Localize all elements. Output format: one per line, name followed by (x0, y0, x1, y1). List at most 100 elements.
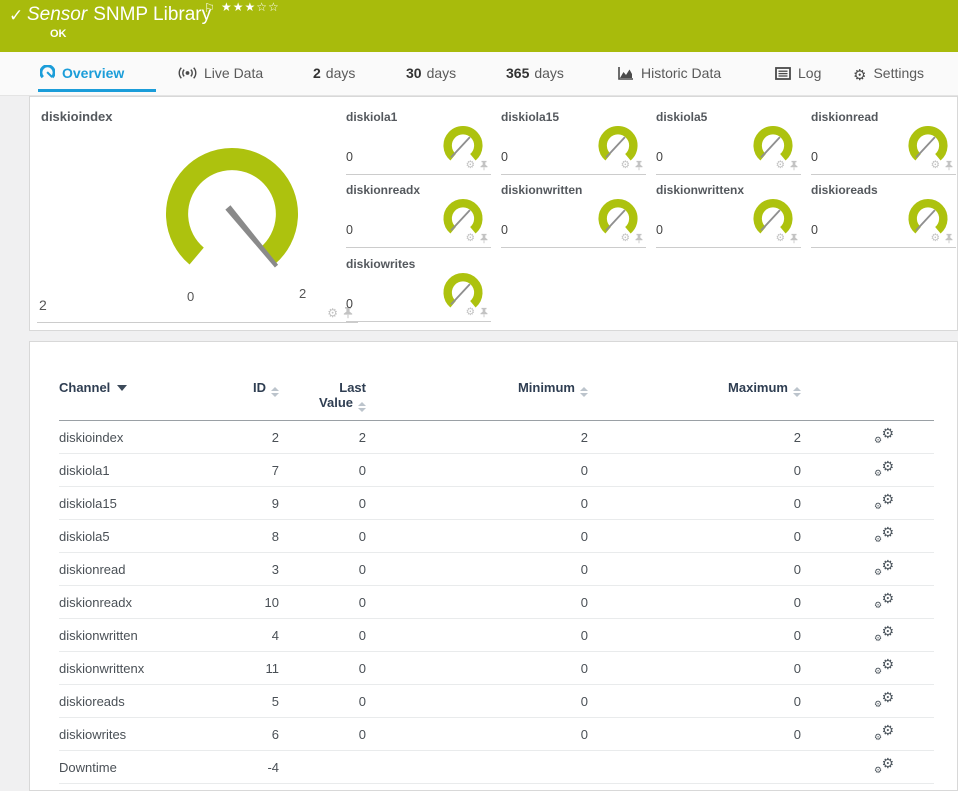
gauge-pin-icon[interactable] (479, 160, 489, 171)
channel-settings-icon[interactable]: ⚙ ⚙ (874, 623, 894, 643)
cell-channel[interactable]: diskiowrites (59, 717, 249, 751)
table-row[interactable]: diskionreadx 10 0 0 0 ⚙ ⚙ (59, 585, 934, 619)
gauge-pin-icon[interactable] (944, 233, 954, 244)
tab-log[interactable]: Log (775, 65, 821, 81)
tab-number: 30 (406, 65, 422, 81)
cell-minimum: 0 (366, 486, 588, 520)
gauge-icon (39, 64, 56, 79)
table-row[interactable]: Downtime -4 ⚙ ⚙ (59, 750, 934, 784)
gauge-settings-icon[interactable]: ⚙ (931, 160, 940, 171)
tab-365-days[interactable]: 365 days (506, 65, 564, 81)
channel-gauge-tile-diskiola5[interactable]: diskiola5 0 ⚙ (656, 109, 801, 175)
column-header-minimum[interactable]: Minimum (366, 380, 588, 421)
column-header-maximum[interactable]: Maximum (588, 380, 801, 421)
channel-settings-icon[interactable]: ⚙ ⚙ (874, 458, 894, 478)
column-header-channel[interactable]: Channel (59, 380, 249, 421)
channel-gauge-tile-diskiowrites[interactable]: diskiowrites 0 ⚙ (346, 256, 491, 322)
gauge-pin-icon[interactable] (479, 233, 489, 244)
channel-gauge-tile-diskioreads[interactable]: diskioreads 0 ⚙ (811, 182, 956, 248)
sort-icon (580, 387, 588, 397)
cell-channel[interactable]: diskionwrittenx (59, 651, 249, 685)
channel-gauge-tile-diskionread[interactable]: diskionread 0 ⚙ (811, 109, 956, 175)
cell-id: 4 (249, 618, 279, 652)
gauge-channel-name: diskiola1 (346, 110, 398, 124)
table-row[interactable]: diskioindex 2 2 2 2 ⚙ ⚙ (59, 420, 934, 454)
table-row[interactable]: diskiowrites 6 0 0 0 ⚙ ⚙ (59, 717, 934, 751)
gauge-needle (605, 209, 626, 232)
gauge-settings-icon[interactable]: ⚙ (931, 233, 940, 244)
column-header-last-value[interactable]: Last Value (279, 380, 366, 421)
tab-30-days[interactable]: 30 days (406, 65, 456, 81)
flag-icon[interactable]: ⚐ (204, 1, 215, 15)
priority-stars[interactable]: ★★★☆☆ (221, 0, 280, 14)
tab-historic-data[interactable]: Historic Data (618, 65, 721, 81)
channel-settings-icon[interactable]: ⚙ ⚙ (874, 656, 894, 676)
table-header-row: Channel ID Last Value Minimum Maximum (59, 380, 934, 421)
cell-channel[interactable]: diskionreadx (59, 585, 249, 619)
table-row[interactable]: diskionread 3 0 0 0 ⚙ ⚙ (59, 552, 934, 586)
gauge-settings-icon[interactable]: ⚙ (466, 233, 475, 244)
gauge-pin-icon[interactable] (634, 160, 644, 171)
gauge-channel-name: diskioindex (41, 109, 113, 124)
table-row[interactable]: diskionwritten 4 0 0 0 ⚙ ⚙ (59, 618, 934, 652)
channel-gauge-tile-diskiola1[interactable]: diskiola1 0 ⚙ (346, 109, 491, 175)
gauge-pin-icon[interactable] (479, 307, 489, 318)
cell-last-value (279, 750, 366, 784)
channel-settings-icon[interactable]: ⚙ ⚙ (874, 722, 894, 742)
channel-gauge-tile-diskioindex[interactable]: diskioindex 0 2 2 ⚙ (37, 105, 358, 323)
channel-settings-icon[interactable]: ⚙ ⚙ (874, 557, 894, 577)
cell-last-value: 0 (279, 684, 366, 718)
channel-settings-icon[interactable]: ⚙ ⚙ (874, 524, 894, 544)
gauge-pin-icon[interactable] (634, 233, 644, 244)
gauge-settings-icon[interactable]: ⚙ (466, 160, 475, 171)
channel-gauge-tile-diskionwritten[interactable]: diskionwritten 0 ⚙ (501, 182, 646, 248)
gauge-settings-icon[interactable]: ⚙ (776, 233, 785, 244)
cell-maximum: 0 (588, 585, 801, 619)
cell-channel[interactable]: diskiola1 (59, 453, 249, 487)
gauge-settings-icon[interactable]: ⚙ (776, 160, 785, 171)
channel-settings-icon[interactable]: ⚙ ⚙ (874, 425, 894, 445)
cell-last-value: 2 (279, 420, 366, 454)
column-header-settings (801, 380, 934, 421)
cell-channel[interactable]: diskiola5 (59, 519, 249, 553)
channel-settings-icon[interactable]: ⚙ ⚙ (874, 755, 894, 775)
table-row[interactable]: diskionwrittenx 11 0 0 0 ⚙ ⚙ (59, 651, 934, 685)
sensor-name: SNMP Library (93, 4, 212, 25)
cell-last-value: 0 (279, 552, 366, 586)
table-row[interactable]: diskiola15 9 0 0 0 ⚙ ⚙ (59, 486, 934, 520)
cell-channel[interactable]: diskionread (59, 552, 249, 586)
cell-last-value: 0 (279, 519, 366, 553)
tab-live-data[interactable]: Live Data (178, 65, 263, 81)
cell-channel[interactable]: diskioreads (59, 684, 249, 718)
cell-channel[interactable]: Downtime (59, 750, 249, 784)
cell-channel[interactable]: diskiola15 (59, 486, 249, 520)
gauge-channel-name: diskiowrites (346, 257, 416, 271)
cell-channel[interactable]: diskionwritten (59, 618, 249, 652)
channel-gauge-tile-diskionwrittenx[interactable]: diskionwrittenx 0 ⚙ (656, 182, 801, 248)
gauge-settings-icon[interactable]: ⚙ (621, 233, 630, 244)
channel-gauge-tile-diskionreadx[interactable]: diskionreadx 0 ⚙ (346, 182, 491, 248)
gauge-pin-icon[interactable] (944, 160, 954, 171)
gauge-pin-icon[interactable] (789, 160, 799, 171)
gauge-settings-icon[interactable]: ⚙ (327, 307, 338, 319)
channel-settings-icon[interactable]: ⚙ ⚙ (874, 689, 894, 709)
channel-settings-icon[interactable]: ⚙ ⚙ (874, 491, 894, 511)
gauge-settings-icon[interactable]: ⚙ (621, 160, 630, 171)
cell-last-value: 0 (279, 618, 366, 652)
cell-minimum: 0 (366, 519, 588, 553)
gauge-needle (450, 136, 471, 159)
cell-settings: ⚙ ⚙ (801, 486, 934, 520)
channel-settings-icon[interactable]: ⚙ ⚙ (874, 590, 894, 610)
table-row[interactable]: diskiola5 8 0 0 0 ⚙ ⚙ (59, 519, 934, 553)
tab-2-days[interactable]: 2 days (313, 65, 355, 81)
table-row[interactable]: diskioreads 5 0 0 0 ⚙ ⚙ (59, 684, 934, 718)
cell-channel[interactable]: diskioindex (59, 420, 249, 454)
gauge-pin-icon[interactable] (789, 233, 799, 244)
table-row[interactable]: diskiola1 7 0 0 0 ⚙ ⚙ (59, 453, 934, 487)
tab-settings[interactable]: ⚙ Settings (853, 65, 924, 84)
column-header-id[interactable]: ID (249, 380, 279, 421)
gauge-settings-icon[interactable]: ⚙ (466, 307, 475, 318)
tab-overview[interactable]: Overview (39, 64, 124, 81)
channel-gauge-tile-diskiola15[interactable]: diskiola15 0 ⚙ (501, 109, 646, 175)
channel-table: Channel ID Last Value Minimum Maximum dis… (59, 380, 934, 784)
